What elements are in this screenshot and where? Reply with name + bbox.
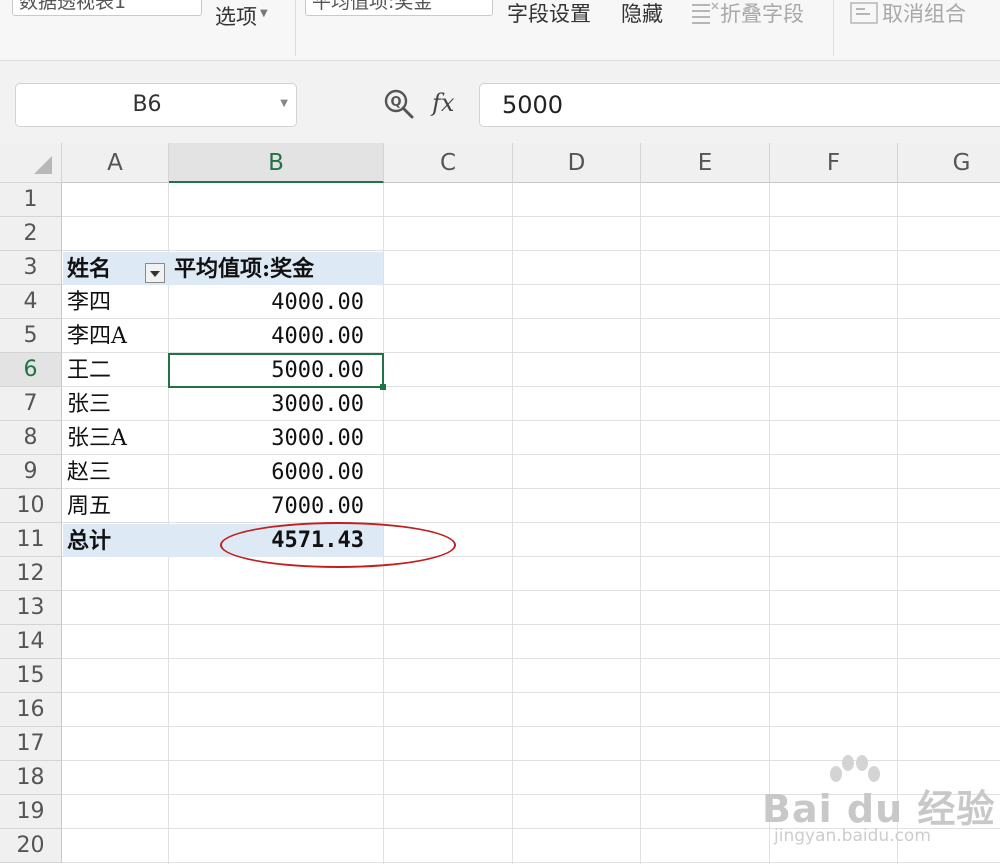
- gridline-horizontal: [62, 692, 1000, 693]
- gridline-horizontal: [62, 216, 1000, 217]
- pivot-name-value: 数据透视表1: [19, 0, 127, 13]
- pivot-row-name[interactable]: 李四A: [67, 320, 127, 354]
- gridline-vertical: [640, 183, 641, 864]
- pivot-row-value[interactable]: 4000.00: [170, 286, 364, 320]
- row-header-18[interactable]: 18: [0, 761, 62, 795]
- pivot-row-name[interactable]: 周五: [67, 490, 111, 524]
- row-header-3[interactable]: 3: [0, 251, 62, 285]
- row-header-14[interactable]: 14: [0, 625, 62, 659]
- row-header-9[interactable]: 9: [0, 455, 62, 489]
- gridline-horizontal: [62, 658, 1000, 659]
- row-header-5[interactable]: 5: [0, 319, 62, 353]
- options-label: 选项: [215, 5, 257, 29]
- collapse-field-label: 折叠字段: [720, 2, 804, 26]
- options-caret-icon: ▼: [260, 8, 268, 19]
- row-header-7[interactable]: 7: [0, 387, 62, 421]
- row-header-11[interactable]: 11: [0, 523, 62, 557]
- row-header-1[interactable]: 1: [0, 183, 62, 217]
- formula-input[interactable]: 5000: [479, 83, 1000, 127]
- row-header-4[interactable]: 4: [0, 285, 62, 319]
- select-all-icon: [34, 156, 52, 174]
- filter-dropdown-icon[interactable]: [145, 263, 165, 283]
- pivot-row-name[interactable]: 张三A: [67, 422, 127, 456]
- row-header-6[interactable]: 6: [0, 353, 62, 387]
- row-header-16[interactable]: 16: [0, 693, 62, 727]
- column-header-e[interactable]: E: [641, 143, 770, 183]
- chevron-down-icon[interactable]: ▼: [280, 98, 288, 109]
- formula-bar: B6 ▼ Q fx 5000: [0, 61, 1000, 143]
- fx-icon[interactable]: fx: [432, 89, 454, 117]
- field-settings-button[interactable]: 字段设置: [507, 0, 591, 31]
- ribbon-toolbar: 数据透视表1 选项 ▼ 平均值项:奖金 字段设置 隐藏 折叠字段 取消组合: [0, 0, 1000, 61]
- zoom-icon[interactable]: Q: [382, 87, 416, 121]
- column-header-c[interactable]: C: [384, 143, 513, 183]
- hide-button[interactable]: 隐藏: [621, 0, 663, 31]
- row-header-13[interactable]: 13: [0, 591, 62, 625]
- pivot-row-name[interactable]: 王二: [67, 354, 111, 388]
- row-header-15[interactable]: 15: [0, 659, 62, 693]
- ribbon-separator: [295, 0, 296, 56]
- pivot-row-value[interactable]: 6000.00: [170, 456, 364, 490]
- row-header-10[interactable]: 10: [0, 489, 62, 523]
- row-header-12[interactable]: 12: [0, 557, 62, 591]
- name-box[interactable]: B6 ▼: [15, 83, 297, 127]
- hide-label: 隐藏: [621, 2, 663, 26]
- pivot-header-value[interactable]: 平均值项:奖金: [174, 252, 314, 286]
- column-header-a[interactable]: A: [62, 143, 169, 183]
- row-header-17[interactable]: 17: [0, 727, 62, 761]
- gridline-horizontal: [62, 250, 1000, 251]
- pivot-row-value[interactable]: 3000.00: [170, 388, 364, 422]
- collapse-field-button[interactable]: 折叠字段: [690, 0, 804, 31]
- options-button[interactable]: 选项 ▼: [215, 0, 268, 31]
- active-field-box[interactable]: 平均值项:奖金: [305, 0, 493, 16]
- watermark-url: jingyan.baidu.com: [774, 826, 931, 846]
- ungroup-label: 取消组合: [882, 2, 966, 26]
- pivot-row-name[interactable]: 张三: [67, 388, 111, 422]
- name-box-value: B6: [132, 92, 162, 117]
- row-header-20[interactable]: 20: [0, 829, 62, 863]
- select-all-corner[interactable]: [0, 143, 62, 183]
- svg-text:Q: Q: [390, 95, 401, 110]
- column-header-f[interactable]: F: [770, 143, 898, 183]
- ungroup-icon: [850, 2, 878, 24]
- pivot-row-name[interactable]: 赵三: [67, 456, 111, 490]
- collapse-field-icon: [692, 2, 719, 24]
- column-header-b[interactable]: B: [169, 143, 384, 183]
- pivot-header-name[interactable]: 姓名: [67, 252, 111, 286]
- pivot-total-label[interactable]: 总计: [67, 524, 111, 558]
- pivot-row-value[interactable]: 4000.00: [170, 320, 364, 354]
- gridline-horizontal: [62, 590, 1000, 591]
- ribbon-separator-2: [833, 0, 834, 56]
- gridline-horizontal: [62, 624, 1000, 625]
- row-header-19[interactable]: 19: [0, 795, 62, 829]
- row-header-2[interactable]: 2: [0, 217, 62, 251]
- gridline-vertical: [512, 183, 513, 864]
- fill-handle[interactable]: [380, 384, 386, 390]
- column-header-g[interactable]: G: [898, 143, 1000, 183]
- field-settings-label: 字段设置: [507, 2, 591, 26]
- pivot-name-field[interactable]: 数据透视表1: [12, 0, 202, 16]
- gridline-horizontal: [62, 726, 1000, 727]
- gridline-horizontal: [62, 862, 1000, 863]
- column-header-d[interactable]: D: [513, 143, 641, 183]
- pivot-row-name[interactable]: 李四: [67, 286, 111, 320]
- row-header-8[interactable]: 8: [0, 421, 62, 455]
- ungroup-button[interactable]: 取消组合: [848, 0, 966, 31]
- active-field-value: 平均值项:奖金: [312, 0, 433, 13]
- baidu-watermark: Bai du 经验 jingyan.baidu.com: [762, 755, 998, 860]
- annotation-ellipse: [220, 522, 456, 568]
- pivot-row-value[interactable]: 3000.00: [170, 422, 364, 456]
- pivot-row-value[interactable]: 7000.00: [170, 490, 364, 524]
- watermark-brand: Bai du 经验: [762, 787, 996, 831]
- active-cell-border: [168, 353, 384, 388]
